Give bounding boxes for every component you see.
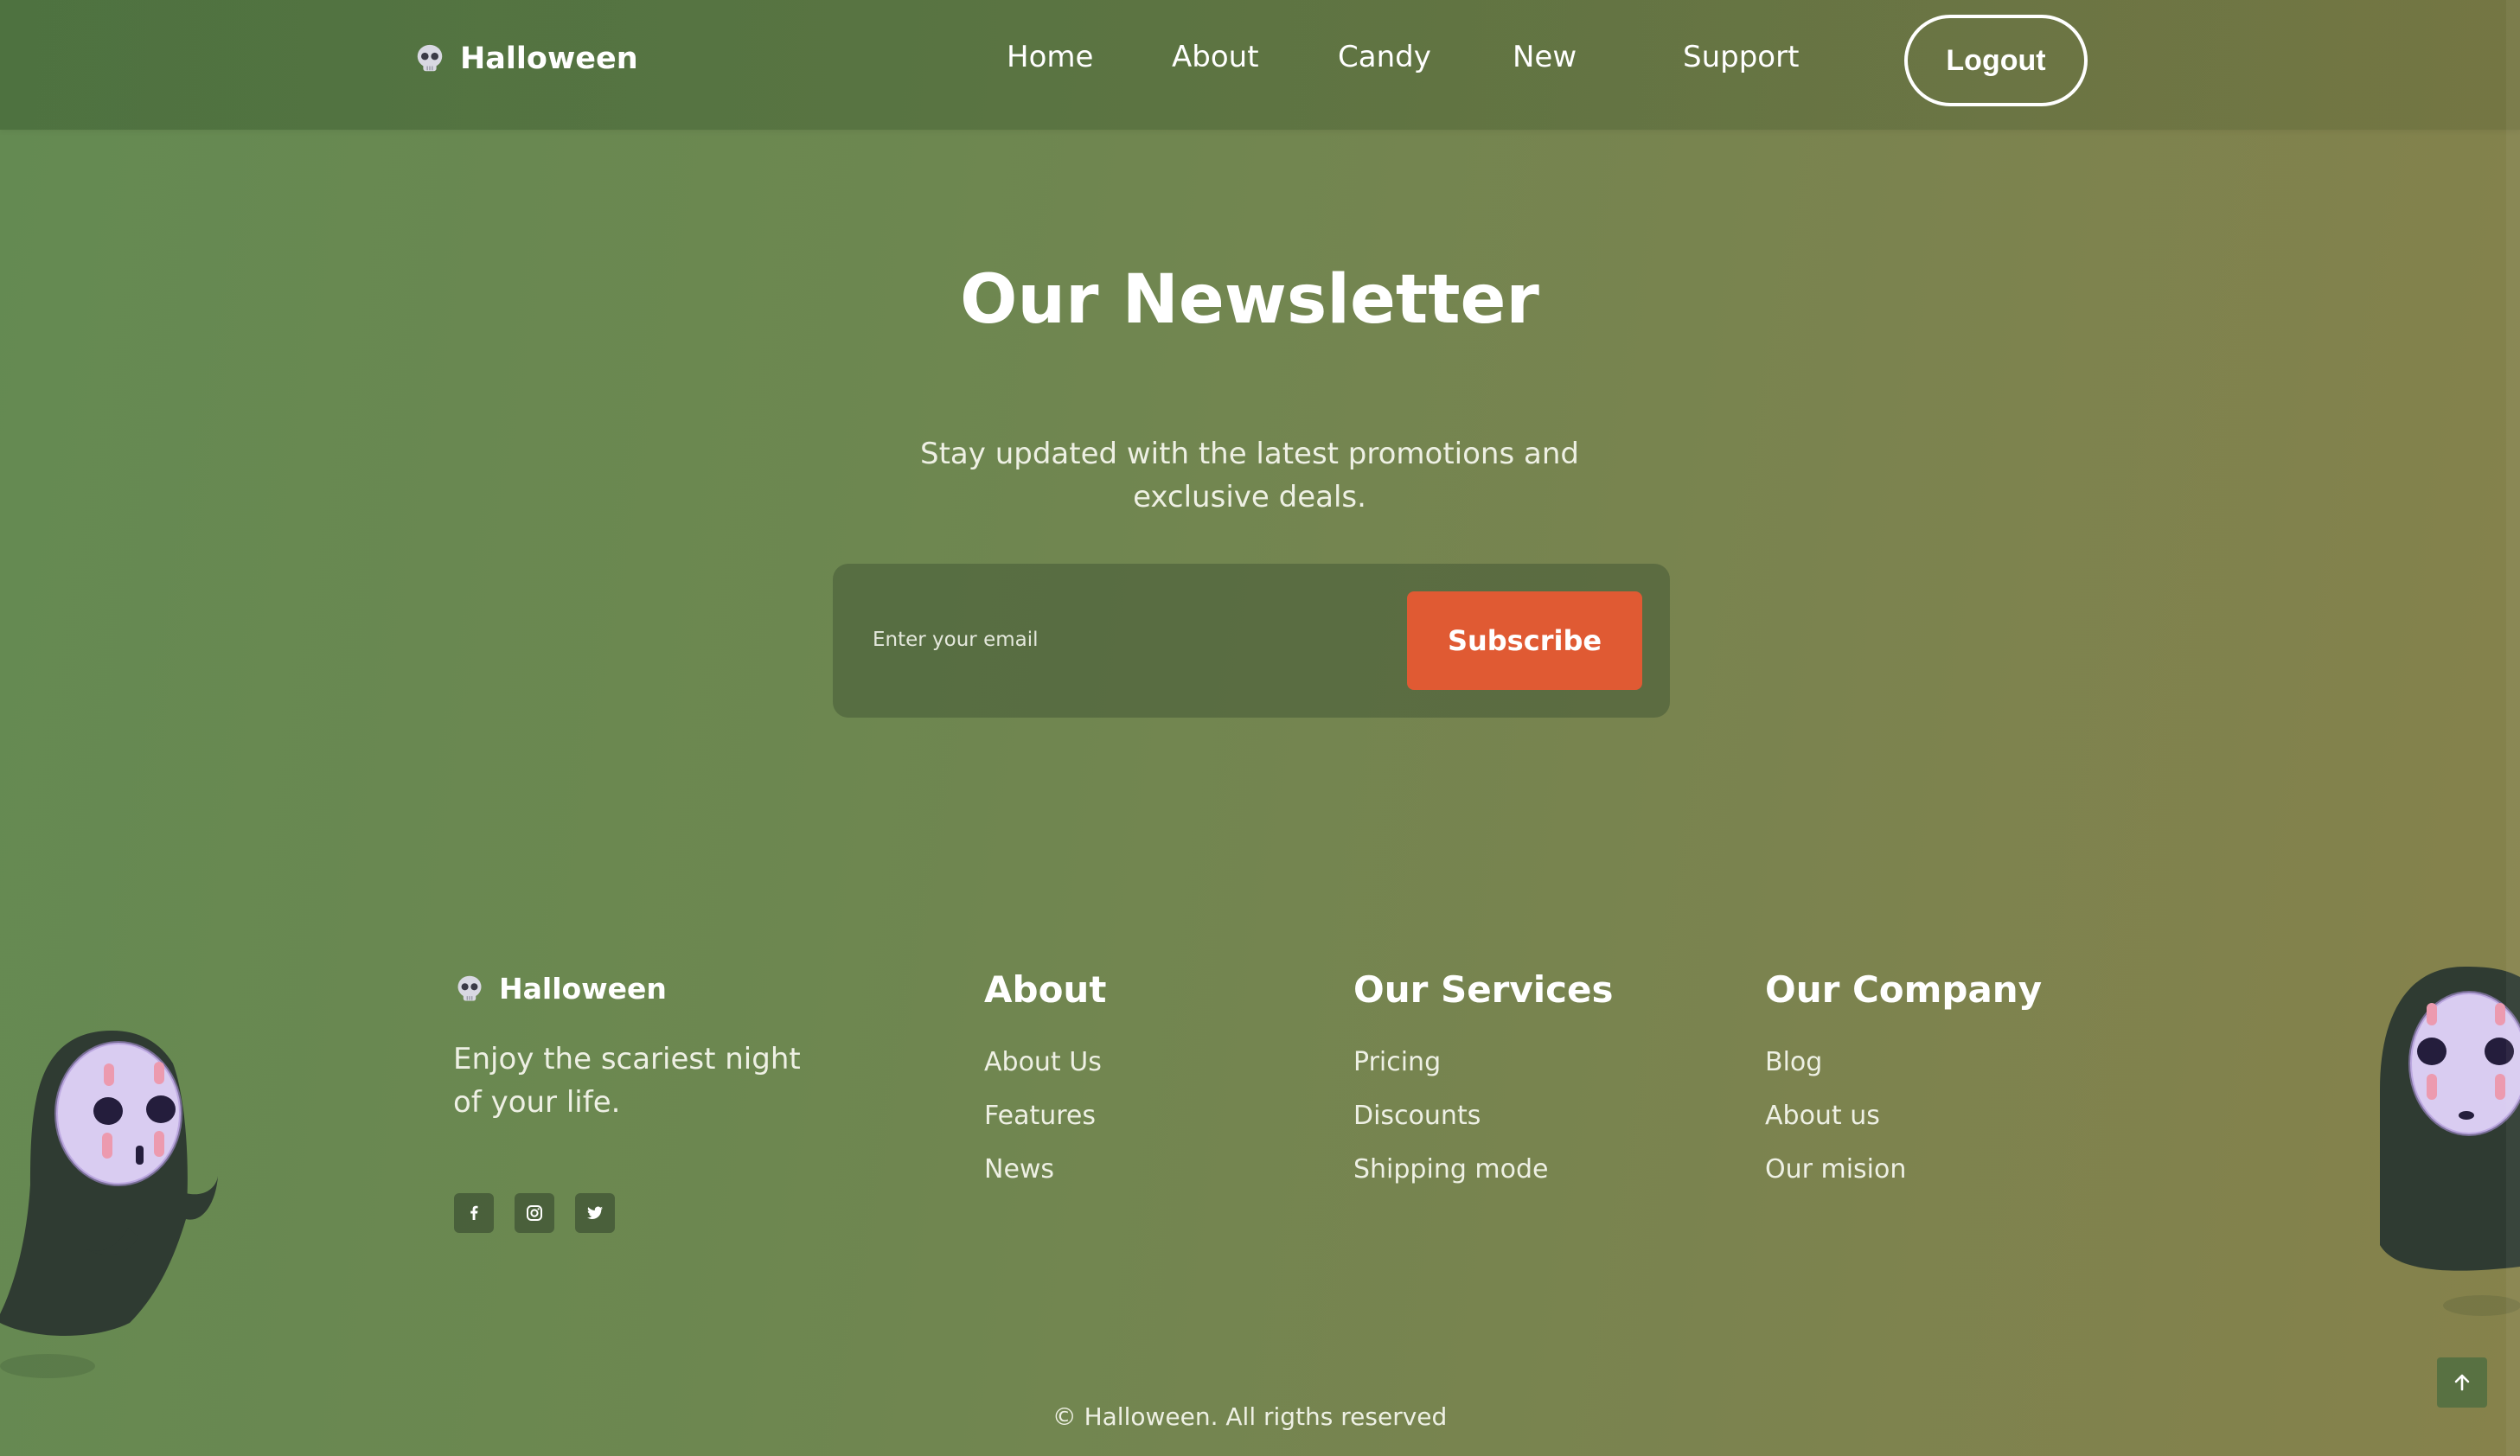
footer-link-about-us[interactable]: About Us	[984, 1047, 1106, 1101]
footer-link-our-mission[interactable]: Our mision	[1765, 1154, 2042, 1208]
header-brand[interactable]: Halloween	[413, 42, 638, 76]
social-links	[454, 1193, 615, 1233]
newsletter-subtitle-line2: exclusive deals.	[1133, 480, 1366, 514]
nav-home[interactable]: Home	[1007, 40, 1093, 74]
nav-support[interactable]: Support	[1683, 40, 1799, 74]
page-scrollbar[interactable]	[2506, 0, 2520, 1456]
header-brand-text: Halloween	[460, 42, 638, 76]
logout-button[interactable]: Logout	[1904, 15, 2088, 106]
subscribe-button[interactable]: Subscribe	[1407, 591, 1642, 690]
site-header: Halloween Home About Candy New Support L…	[0, 0, 2520, 130]
footer-column-title: Our Company	[1765, 968, 2043, 1011]
instagram-icon[interactable]	[515, 1193, 554, 1233]
footer-link-about-us-company[interactable]: About us	[1765, 1101, 2042, 1154]
footer-column-title: Our Services	[1353, 968, 1614, 1011]
footer-column-title: About	[984, 968, 1107, 1011]
footer-column-about: About About Us Features News	[984, 968, 1106, 1208]
copyright-text: © Halloween. All rigths reserved	[1052, 1402, 1448, 1431]
footer-link-features[interactable]: Features	[984, 1101, 1106, 1154]
ghost-right-illustration	[2380, 967, 2520, 1316]
footer-brand[interactable]: Halloween	[454, 972, 667, 1006]
footer-link-blog[interactable]: Blog	[1765, 1047, 2042, 1101]
newsletter-subtitle-line1: Stay updated with the latest promotions …	[920, 437, 1579, 471]
footer-tagline: Enjoy the scariest night of your life.	[453, 1038, 816, 1124]
scroll-to-top-button[interactable]	[2437, 1357, 2487, 1408]
footer-link-list: Blog About us Our mision	[1765, 1047, 2042, 1208]
footer-link-list: Pricing Discounts Shipping mode	[1353, 1047, 1614, 1208]
email-input[interactable]	[873, 612, 1357, 667]
skull-logo-icon	[417, 44, 443, 72]
nav-new[interactable]: New	[1513, 40, 1577, 74]
footer-tagline-line1: Enjoy the scariest night	[453, 1042, 801, 1076]
footer-link-discounts[interactable]: Discounts	[1353, 1101, 1614, 1154]
newsletter-subtitle: Stay updated with the latest promotions …	[904, 432, 1596, 519]
footer-column-company: Our Company Blog About us Our mision	[1765, 968, 2042, 1208]
footer-tagline-line2: of your life.	[453, 1085, 621, 1120]
facebook-icon[interactable]	[454, 1193, 494, 1233]
footer-link-pricing[interactable]: Pricing	[1353, 1047, 1614, 1101]
nav-about[interactable]: About	[1172, 40, 1259, 74]
twitter-icon[interactable]	[575, 1193, 615, 1233]
skull-logo-icon	[457, 975, 482, 1000]
arrow-up-icon	[2454, 1374, 2470, 1391]
footer-link-list: About Us Features News	[984, 1047, 1106, 1208]
footer-brand-text: Halloween	[499, 972, 667, 1006]
newsletter-title: Our Newsletter	[960, 261, 1539, 339]
footer-column-services: Our Services Pricing Discounts Shipping …	[1353, 968, 1614, 1208]
ghost-left-illustration	[0, 1031, 218, 1378]
footer-link-shipping-mode[interactable]: Shipping mode	[1353, 1154, 1614, 1208]
subscribe-form: Subscribe	[833, 564, 1670, 718]
footer-link-news[interactable]: News	[984, 1154, 1106, 1208]
nav-candy[interactable]: Candy	[1338, 40, 1431, 74]
